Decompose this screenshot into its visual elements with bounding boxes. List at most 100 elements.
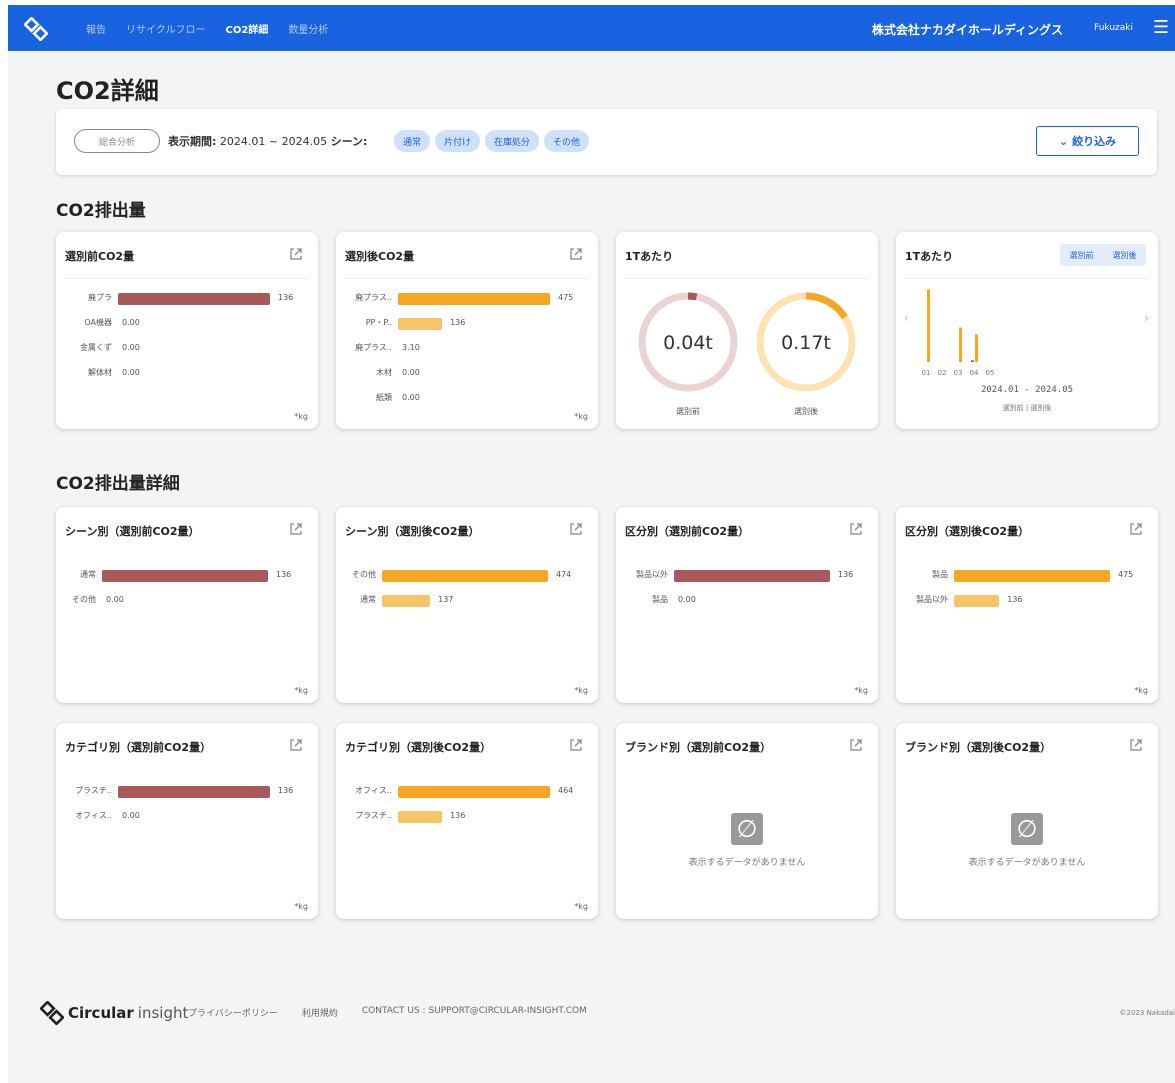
bar[interactable] bbox=[382, 595, 431, 607]
bar-value: 475 bbox=[558, 293, 574, 302]
bar-value: 136 bbox=[278, 293, 294, 302]
bar[interactable] bbox=[398, 811, 443, 823]
nav-item-co2-detail[interactable]: CO2詳細 bbox=[226, 21, 269, 36]
privacy-policy-link[interactable]: プライバシーポリシー bbox=[188, 1006, 278, 1019]
bar-row: 製品以外 136 bbox=[616, 569, 878, 583]
bar-value: 474 bbox=[556, 570, 572, 579]
scene-chip[interactable]: 片付け bbox=[435, 130, 481, 152]
external-link-icon[interactable] bbox=[568, 521, 584, 537]
filter-button[interactable]: ⌄ 絞り込み bbox=[1036, 126, 1139, 156]
chart-bar[interactable] bbox=[975, 334, 978, 362]
user-name[interactable]: Fukuzaki bbox=[1094, 23, 1133, 33]
chart-bar[interactable] bbox=[971, 360, 974, 362]
bar[interactable] bbox=[398, 786, 550, 798]
hamburger-menu-icon[interactable]: ☰ bbox=[1153, 17, 1169, 38]
scene-chip[interactable]: 在庫処分 bbox=[485, 130, 540, 152]
period-label: 表示期間: bbox=[168, 135, 217, 148]
no-data-placeholder: ∅ 表示するデータがありません bbox=[616, 813, 878, 868]
unit-label: *kg bbox=[294, 902, 308, 911]
chart-period: 2024.01 - 2024.05 bbox=[981, 385, 1073, 395]
card-category-pre: カテゴリ別（選別前CO2量） プラスチ.. 136 オフィス.. 0.00 *kg bbox=[56, 723, 318, 919]
bar[interactable] bbox=[118, 786, 270, 798]
scene-chip[interactable]: 通常 bbox=[394, 130, 431, 152]
x-tick-label: 01 bbox=[922, 369, 931, 377]
section-title-emissions: CO2排出量 bbox=[56, 201, 146, 221]
chart-legend: 選別前 | 選別後 bbox=[1003, 403, 1052, 412]
unit-label: *kg bbox=[574, 412, 588, 421]
card-title: 区分別（選別後CO2量） bbox=[905, 525, 1030, 538]
nav-item-recycle-flow[interactable]: リサイクルフロー bbox=[126, 21, 206, 36]
bar-label: 金属くず bbox=[80, 343, 112, 352]
external-link-icon[interactable] bbox=[568, 737, 584, 753]
bar-label: 廃プラス.. bbox=[355, 293, 392, 302]
scene-chip[interactable]: その他 bbox=[544, 130, 590, 152]
chart-bar[interactable] bbox=[959, 327, 962, 362]
external-link-icon[interactable] bbox=[1128, 737, 1144, 753]
external-link-icon[interactable] bbox=[288, 737, 304, 753]
bar-row: 金属くず 0.00 bbox=[56, 342, 318, 356]
bar[interactable] bbox=[118, 293, 270, 305]
chart-bar[interactable] bbox=[927, 289, 930, 362]
terms-link[interactable]: 利用規約 bbox=[302, 1006, 338, 1019]
external-link-icon[interactable] bbox=[848, 521, 864, 537]
bar-value: 475 bbox=[1118, 570, 1134, 579]
bar-row: その他 474 bbox=[336, 569, 598, 583]
external-link-icon[interactable] bbox=[568, 246, 584, 262]
toggle-post-sort[interactable]: 選別後 bbox=[1103, 244, 1146, 266]
x-tick-label: 02 bbox=[938, 369, 947, 377]
bar-row: 通常 137 bbox=[336, 594, 598, 608]
bar-row: 製品 0.00 bbox=[616, 594, 878, 608]
main-nav: 報告 リサイクルフロー CO2詳細 数量分析 bbox=[86, 5, 328, 51]
bar[interactable] bbox=[102, 570, 268, 582]
copyright: ©2023 Nakadai bbox=[1119, 1009, 1175, 1017]
unit-label: *kg bbox=[574, 902, 588, 911]
nav-item-quantity-analysis[interactable]: 数量分析 bbox=[288, 21, 328, 36]
nav-item-report[interactable]: 報告 bbox=[86, 21, 106, 36]
footer-links: プライバシーポリシー 利用規約 CONTACT US : SUPPORT@CIR… bbox=[188, 1006, 587, 1019]
bar-label: 木材 bbox=[376, 368, 392, 377]
contact-link[interactable]: CONTACT US : SUPPORT@CIRCULAR-INSIGHT.CO… bbox=[362, 1006, 587, 1019]
bar-value: 136 bbox=[450, 318, 466, 327]
bar-value: 136 bbox=[276, 570, 292, 579]
bar[interactable] bbox=[398, 318, 443, 330]
page-title: CO2詳細 bbox=[56, 77, 159, 105]
no-data-placeholder: ∅ 表示するデータがありません bbox=[896, 813, 1158, 868]
bar[interactable] bbox=[398, 293, 550, 305]
per-ton-gauges: 0.04t 選別前 0.17t 選別後 bbox=[638, 292, 856, 416]
no-data-icon: ∅ bbox=[731, 813, 763, 845]
unit-label: *kg bbox=[294, 686, 308, 695]
external-link-icon[interactable] bbox=[848, 737, 864, 753]
bar-value: 136 bbox=[1007, 595, 1023, 604]
bar-value: 464 bbox=[558, 786, 574, 795]
card-post-sort-co2: 選別後CO2量 廃プラス.. 475 PP・P.. 136 廃プラス.. 3.10 木材 0.… bbox=[336, 232, 598, 429]
bar-row: 紙類 0.00 bbox=[336, 392, 598, 406]
bar-label: 解体材 bbox=[88, 368, 112, 377]
bar[interactable] bbox=[954, 595, 1000, 607]
bar-row: 木材 0.00 bbox=[336, 367, 598, 381]
bar-label: その他 bbox=[72, 595, 96, 604]
bar-value: 136 bbox=[278, 786, 294, 795]
bar-value: 0.00 bbox=[106, 595, 124, 604]
bar-value: 137 bbox=[438, 595, 454, 604]
bar-value: 136 bbox=[450, 811, 466, 820]
external-link-icon[interactable] bbox=[1128, 521, 1144, 537]
card-title: 1Tあたり bbox=[625, 250, 674, 263]
external-link-icon[interactable] bbox=[288, 246, 304, 262]
comprehensive-analysis-button[interactable]: 総合分析 bbox=[74, 129, 160, 153]
bar-row: 製品 475 bbox=[896, 569, 1158, 583]
bar-row: オフィス.. 464 bbox=[336, 785, 598, 799]
bar[interactable] bbox=[674, 570, 830, 582]
per-ton-bar-chart: ‹ › 01 02 03 04 05 2024.01 - 2024.05 選別前 | 選別後 bbox=[904, 289, 1149, 412]
bar-value: 0.00 bbox=[122, 343, 140, 352]
footer-logo[interactable]: Circular insight bbox=[40, 1001, 188, 1025]
bar[interactable] bbox=[954, 570, 1110, 582]
app-logo-icon[interactable] bbox=[24, 17, 48, 41]
chevron-right-icon[interactable]: › bbox=[1144, 311, 1149, 325]
bar-label: 通常 bbox=[360, 595, 376, 604]
external-link-icon[interactable] bbox=[288, 521, 304, 537]
bar-row: プラスチ.. 136 bbox=[336, 810, 598, 824]
card-class-post: 区分別（選別後CO2量） 製品 475 製品以外 136 *kg bbox=[896, 507, 1158, 703]
bar[interactable] bbox=[382, 570, 548, 582]
toggle-pre-sort[interactable]: 選別前 bbox=[1060, 244, 1103, 266]
chevron-left-icon[interactable]: ‹ bbox=[904, 311, 909, 325]
